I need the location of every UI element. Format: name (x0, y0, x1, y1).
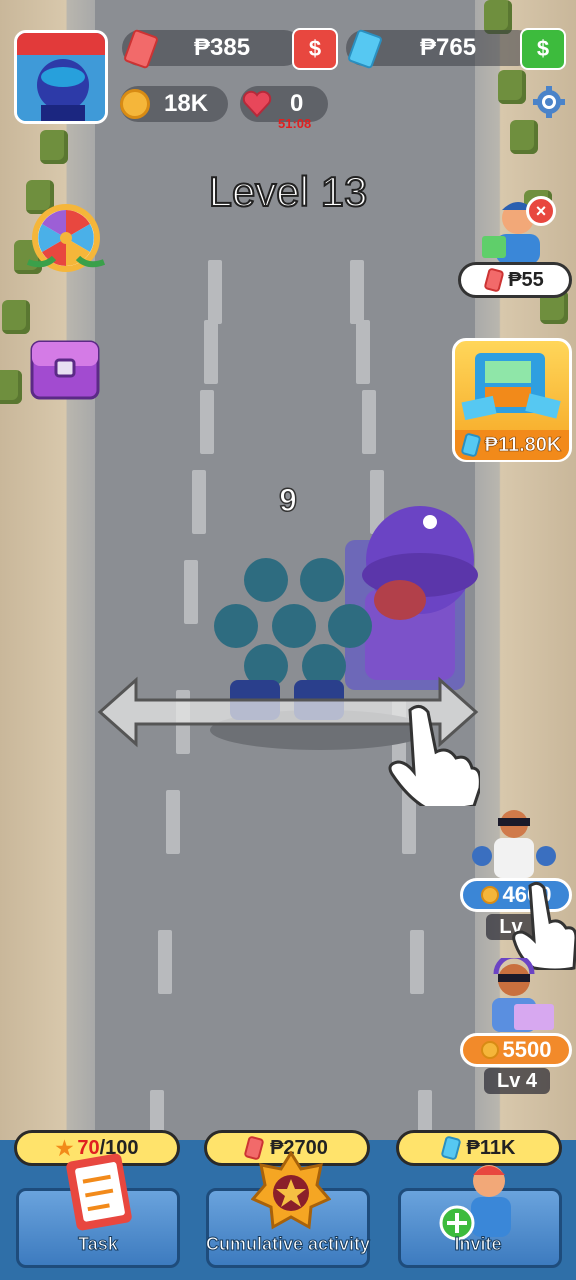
bush (498, 70, 526, 104)
lane-marker (362, 390, 376, 454)
blue-cash-add-button[interactable]: $ (520, 28, 566, 70)
clipboard-icon (66, 1153, 132, 1231)
heart-timer: 51:08 (278, 116, 312, 131)
dj-upgrade-price: 5500 (502, 1037, 552, 1062)
bush (2, 300, 30, 334)
task-button[interactable] (16, 1153, 180, 1268)
cash-plus-icon: $ (308, 36, 322, 61)
dj-character-icon (492, 958, 554, 1032)
lane-marker (184, 560, 198, 624)
dj-upgrade-button[interactable]: 5500 (460, 1033, 572, 1067)
bush (510, 120, 538, 154)
recruit-character-icon (472, 810, 556, 878)
lane-marker (350, 260, 364, 324)
lane-marker (410, 930, 424, 994)
blue-cash-icon (460, 432, 482, 458)
helper-price: ₱55 (508, 268, 544, 291)
settings-gear-icon[interactable] (533, 86, 565, 118)
avatar-portrait-icon (17, 33, 105, 121)
dj-level: Lv 4 (484, 1068, 550, 1094)
coin-value: 18K (164, 90, 209, 117)
lane-marker (204, 320, 218, 384)
invite-price: ₱11K (466, 1136, 516, 1159)
cash-plus-icon: $ (536, 36, 550, 61)
invite-label: Invite (454, 1234, 502, 1255)
tutorial-hand-icon (388, 705, 480, 806)
prize-wheel-icon[interactable] (24, 200, 108, 280)
coin-icon (120, 89, 150, 119)
bush (40, 130, 68, 164)
crowd-count: 9 (278, 481, 297, 519)
blue-cash-value: ₱765 (420, 34, 477, 61)
red-cash-icon (483, 267, 505, 293)
atm-machine-icon (461, 353, 561, 421)
player-avatar[interactable] (14, 30, 108, 124)
coin-counter: 18K (120, 86, 228, 122)
lane-marker (166, 790, 180, 854)
heart-value: 0 (290, 90, 304, 117)
red-cash-counter: ₱385 (122, 28, 302, 70)
bush (0, 370, 22, 404)
atm-price: ₱11.80K (484, 433, 562, 456)
invite-friend-icon (439, 1165, 511, 1241)
lane-marker (356, 320, 370, 384)
atm-price-label: ₱11.80K (455, 430, 569, 460)
treasure-chest-icon[interactable] (30, 338, 100, 402)
bush (484, 0, 512, 34)
red-cash-add-button[interactable]: $ (292, 28, 338, 70)
blue-cash-counter: ₱765 (346, 28, 536, 70)
lane-marker (200, 390, 214, 454)
heart-icon (242, 90, 272, 118)
invite-button[interactable] (398, 1165, 562, 1268)
lane-marker (158, 930, 172, 994)
helper-price-tag[interactable]: ₱55 (458, 262, 572, 298)
blue-cash-icon (439, 1135, 462, 1161)
lane-marker (208, 260, 222, 324)
star-badge-icon (251, 1151, 331, 1230)
close-icon[interactable]: × (526, 196, 556, 226)
cumulative-activity-label: Cumulative activity (205, 1234, 371, 1255)
tutorial-hand-icon (512, 881, 576, 970)
cumulative-activity-button[interactable] (206, 1151, 370, 1268)
coin-icon (480, 886, 499, 904)
task-label: Task (78, 1234, 119, 1255)
red-cash-value: ₱385 (194, 34, 251, 61)
coin-icon (480, 1041, 499, 1059)
